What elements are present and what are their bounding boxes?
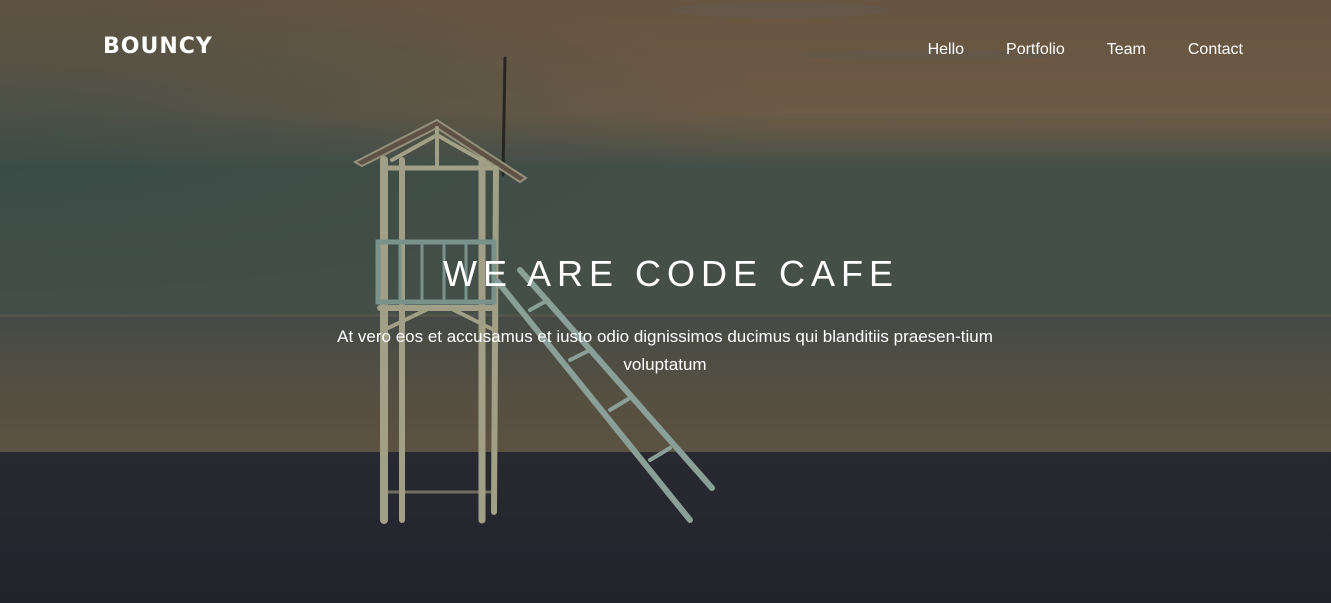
nav-item-contact[interactable]: Contact [1188, 41, 1243, 59]
brand-logo[interactable]: BOUNCY [103, 34, 213, 59]
hero-section: BOUNCY Hello Portfolio Team Contact WE A… [0, 0, 1331, 603]
main-nav: Hello Portfolio Team Contact [886, 41, 1243, 59]
hero-background-image [0, 0, 1331, 603]
nav-item-team[interactable]: Team [1107, 41, 1146, 59]
hero-headline: WE ARE CODE CAFE [442, 253, 900, 294]
nav-item-portfolio[interactable]: Portfolio [1006, 41, 1065, 59]
hero-subtext: At vero eos et accusamus et iusto odio d… [337, 327, 993, 374]
nav-item-hello[interactable]: Hello [928, 41, 964, 59]
